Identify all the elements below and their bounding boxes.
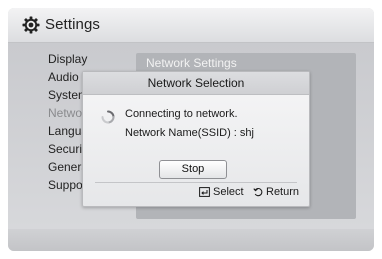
app-title: Settings <box>45 16 100 33</box>
ssid-label: Network Name(SSID) : shj <box>125 127 254 139</box>
select-hint-label: Select <box>213 186 244 198</box>
enter-key-icon <box>199 187 210 197</box>
dialog-title: Network Selection <box>83 72 309 95</box>
settings-screen: Settings Display Audio System Network La… <box>8 8 374 251</box>
connecting-status: Connecting to network. <box>125 108 238 120</box>
return-hint-label: Return <box>266 186 300 198</box>
loading-spinner-icon <box>101 110 115 124</box>
bottom-bar <box>8 229 374 251</box>
menu-item-display[interactable]: Display <box>48 52 87 66</box>
return-arrow-icon <box>253 187 263 197</box>
stop-button[interactable]: Stop <box>159 160 227 179</box>
dialog-divider <box>95 182 297 183</box>
gear-icon <box>22 16 40 34</box>
return-hint[interactable]: Return <box>253 186 299 198</box>
panel-header: Network Settings <box>146 56 237 70</box>
title-bar: Settings <box>8 8 374 43</box>
network-selection-dialog: Network Selection Connecting to network.… <box>82 71 310 207</box>
select-hint[interactable]: Select <box>199 186 244 198</box>
menu-item-audio[interactable]: Audio <box>48 70 79 84</box>
